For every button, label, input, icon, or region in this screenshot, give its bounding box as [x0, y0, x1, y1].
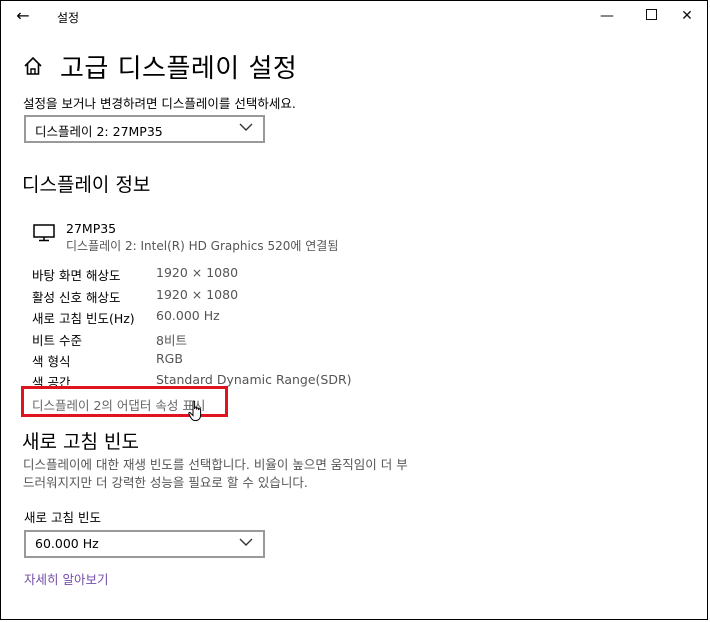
monitor-icon — [33, 224, 55, 242]
display-info-heading: 디스플레이 정보 — [22, 174, 151, 196]
back-arrow-icon[interactable]: ← — [12, 6, 34, 26]
info-label: 새로 고침 빈도(Hz) — [32, 311, 135, 326]
info-label: 비트 수준 — [32, 333, 82, 348]
title-bar: ← 설정 — ✕ — [0, 0, 710, 33]
select-display-prompt: 설정을 보거나 변경하려면 디스플레이를 선택하세요. — [23, 96, 296, 111]
monitor-connection: 디스플레이 2: Intel(R) HD Graphics 520에 연결됨 — [66, 239, 339, 253]
info-value: RGB — [156, 351, 183, 366]
info-label: 활성 신호 해상도 — [32, 290, 121, 305]
refresh-rate-label: 새로 고침 빈도 — [24, 510, 101, 525]
chevron-down-icon — [239, 123, 253, 131]
home-icon[interactable] — [22, 55, 44, 77]
close-button[interactable]: ✕ — [664, 0, 710, 33]
window-title: 설정 — [57, 11, 80, 25]
chevron-down-icon — [239, 538, 253, 546]
hand-cursor-icon — [188, 400, 202, 421]
maximize-icon — [645, 9, 657, 20]
info-value: 1920 × 1080 — [156, 265, 239, 280]
info-label: 색 형식 — [32, 354, 71, 369]
refresh-rate-select[interactable]: 60.000 Hz — [24, 530, 265, 558]
minimize-button[interactable]: — — [584, 0, 630, 33]
learn-more-link[interactable]: 자세히 알아보기 — [24, 569, 108, 588]
info-value: 8비트 — [156, 333, 187, 348]
info-value: 1920 × 1080 — [156, 287, 239, 302]
info-value: Standard Dynamic Range(SDR) — [156, 372, 352, 387]
display-select[interactable]: 디스플레이 2: 27MP35 — [24, 115, 265, 143]
page-title: 고급 디스플레이 설정 — [60, 54, 298, 84]
refresh-rate-heading: 새로 고침 빈도 — [22, 431, 139, 453]
info-value: 60.000 Hz — [156, 308, 220, 323]
info-label: 바탕 화면 해상도 — [32, 268, 121, 283]
monitor-name: 27MP35 — [66, 221, 117, 236]
refresh-rate-description: 디스플레이에 대한 재생 빈도를 선택합니다. 비율이 높으면 움직임이 더 부… — [23, 457, 408, 490]
display-select-value: 디스플레이 2: 27MP35 — [35, 124, 163, 139]
refresh-rate-select-value: 60.000 Hz — [35, 536, 99, 551]
